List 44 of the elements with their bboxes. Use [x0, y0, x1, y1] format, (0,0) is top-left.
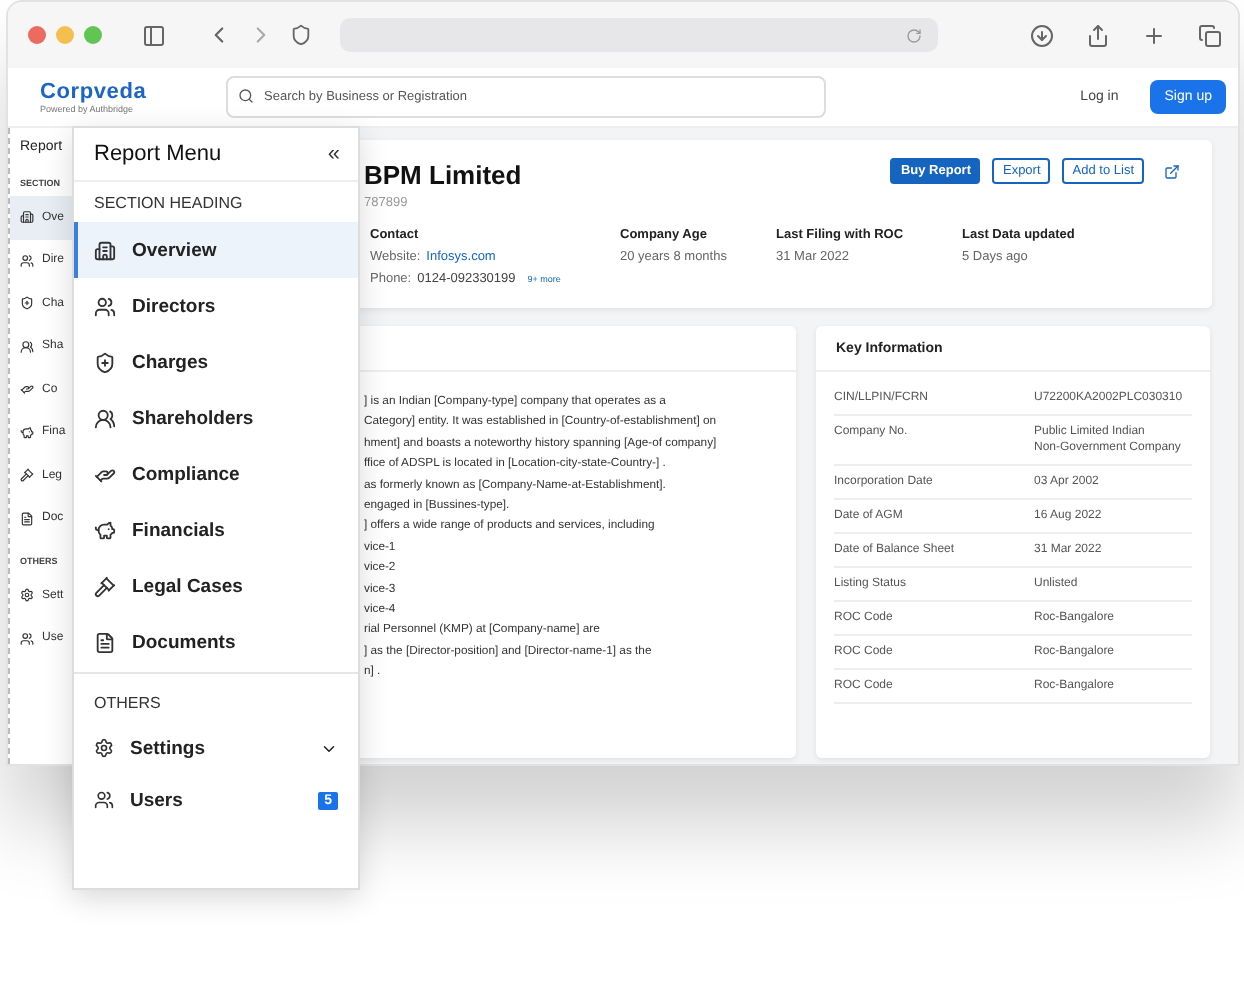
- shield-icon: [20, 296, 34, 311]
- section-heading: SECTION HEADING: [92, 192, 245, 216]
- menu-item[interactable]: Documents: [74, 614, 358, 670]
- document-icon: [20, 511, 34, 526]
- menu-item[interactable]: Financials: [74, 502, 358, 558]
- people-icon: [94, 790, 114, 810]
- people-icon: [20, 631, 34, 646]
- menu-item[interactable]: Directors: [74, 278, 358, 334]
- building-icon: [94, 239, 116, 261]
- download-icon[interactable]: [1030, 23, 1054, 47]
- collapse-button[interactable]: «: [327, 142, 340, 166]
- people-icon: [94, 295, 116, 317]
- menu-item[interactable]: Compliance: [74, 446, 358, 502]
- menu-title: Report Menu: [94, 142, 222, 166]
- shield-icon[interactable]: [290, 24, 312, 46]
- menu-item[interactable]: Legal Cases: [74, 558, 358, 614]
- building-icon: [20, 210, 34, 225]
- people-icon: [20, 253, 34, 268]
- shield-icon: [94, 351, 116, 373]
- company-name: BPM Limited: [364, 160, 522, 190]
- logo[interactable]: Corpveda: [40, 79, 226, 103]
- menu-item[interactable]: Settings: [74, 722, 358, 774]
- tabs-icon[interactable]: [1198, 23, 1222, 47]
- people-icon: [94, 407, 116, 429]
- plus-icon[interactable]: [1142, 23, 1166, 47]
- section-heading: OTHERS: [92, 692, 163, 716]
- hand-icon: [94, 463, 116, 485]
- hand-icon: [20, 382, 34, 397]
- menu-item[interactable]: Shareholders: [74, 390, 358, 446]
- piggy-bank-icon: [94, 519, 116, 541]
- sidebar-icon[interactable]: [142, 23, 166, 47]
- share-icon[interactable]: [1086, 23, 1110, 47]
- menu-item[interactable]: Charges: [74, 334, 358, 390]
- settings-icon: [20, 588, 34, 603]
- search-icon: [238, 88, 254, 104]
- window-controls-icon[interactable]: [28, 26, 102, 44]
- piggy-bank-icon: [20, 425, 34, 440]
- gavel-icon: [94, 575, 116, 597]
- people-icon: [20, 339, 34, 354]
- external-link-icon[interactable]: [1164, 163, 1180, 179]
- document-icon: [94, 631, 116, 653]
- gavel-icon: [20, 468, 34, 483]
- settings-icon: [94, 738, 114, 758]
- menu-item[interactable]: Overview: [74, 222, 358, 278]
